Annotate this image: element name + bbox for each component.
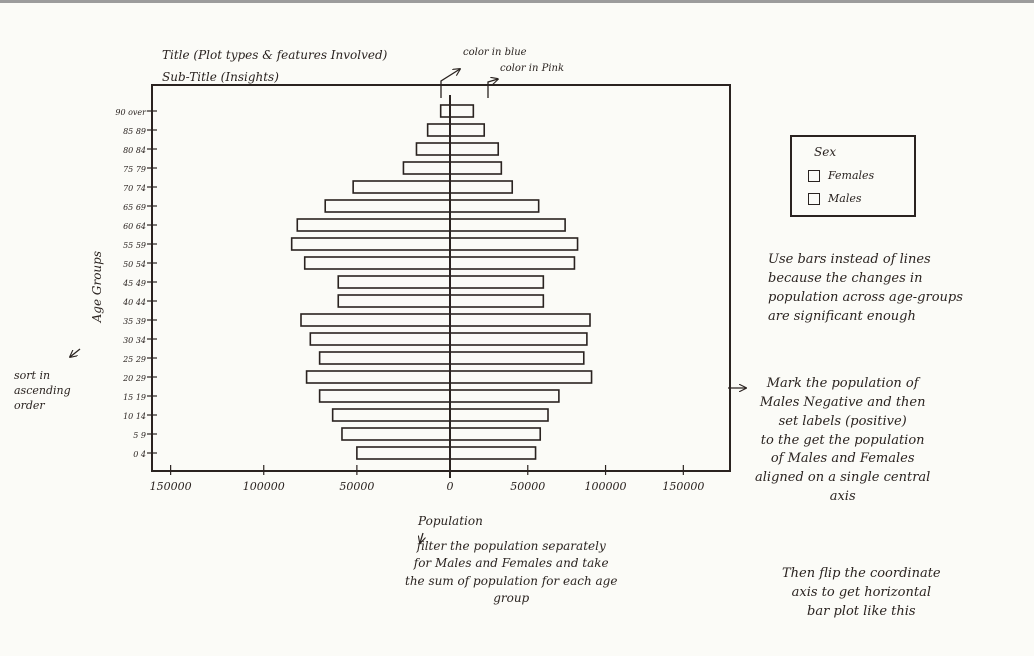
sort-arrow xyxy=(70,348,81,357)
legend-swatch-females xyxy=(808,169,820,182)
blue-color-annotation: color in blue xyxy=(463,47,527,58)
title-text: Title (Plot types & features Involved) xyxy=(162,48,388,62)
sort-note: sort in ascending order xyxy=(14,369,71,412)
mark-negative-note: Mark the population of Males Negative an… xyxy=(755,376,931,505)
y-tick-label: 5 9 xyxy=(133,431,146,440)
y-tick-label: 30 34 xyxy=(123,336,146,345)
y-tick-label: 70 74 xyxy=(123,184,146,193)
y-tick-group: 90 over 85 89 80 84 75 79 70 74 65 69 60 64 55 … xyxy=(115,108,157,459)
y-tick-label: 85 89 xyxy=(123,127,146,136)
y-tick-label: 75 79 xyxy=(123,165,146,174)
bar-40-44 xyxy=(337,294,545,308)
y-tick-label: 45 49 xyxy=(122,279,146,288)
x-tick-label: 100000 xyxy=(243,480,285,493)
bars-group xyxy=(290,104,593,460)
legend-item-males: Males xyxy=(808,192,862,205)
bar-85-89 xyxy=(426,123,486,137)
x-tick-label: 150000 xyxy=(150,480,192,493)
y-tick-label: 25 29 xyxy=(122,355,146,364)
bar-90-over xyxy=(439,104,475,118)
bar-55-59 xyxy=(290,237,579,251)
bar-15-19 xyxy=(318,389,560,403)
bar-65-69 xyxy=(324,199,540,213)
x-tick-label: 50000 xyxy=(510,480,545,493)
legend-swatch-males xyxy=(808,192,820,205)
legend: Sex Females Males xyxy=(790,135,916,217)
x-tick-label: 150000 xyxy=(662,480,704,493)
legend-item-females: Females xyxy=(808,169,874,182)
y-tick-label: 10 14 xyxy=(123,412,146,421)
bar-35-39 xyxy=(300,313,591,327)
y-tick-label: 50 54 xyxy=(123,260,146,269)
bar-30-34 xyxy=(309,332,588,346)
x-tick-label: 0 xyxy=(447,480,454,493)
y-tick-label: 40 44 xyxy=(122,298,146,307)
y-tick-label: 55 59 xyxy=(123,241,146,250)
bar-75-79 xyxy=(402,161,503,175)
flip-axis-note: Then flip the coordinate axis to get hor… xyxy=(782,566,941,619)
bar-10-14 xyxy=(331,408,549,422)
bar-45-49 xyxy=(337,275,545,289)
y-tick-label: 0 4 xyxy=(133,450,146,459)
legend-label-males: Males xyxy=(828,192,862,205)
y-tick-label: 90 over xyxy=(115,108,147,117)
y-tick-label: 20 29 xyxy=(122,374,146,383)
bar-5-9 xyxy=(341,427,542,441)
legend-title: Sex xyxy=(814,145,837,159)
sketch-sheet: 90 over 85 89 80 84 75 79 70 74 65 69 60 64 55 … xyxy=(0,3,1034,652)
x-axis-label: Population xyxy=(418,514,483,528)
blue-annotation-arrow xyxy=(440,69,460,98)
y-tick-label: 60 64 xyxy=(123,222,146,231)
bar-25-29 xyxy=(318,351,585,365)
x-tick-label: 100000 xyxy=(585,480,627,493)
bar-60-64 xyxy=(296,218,566,232)
bars-rationale-note: Use bars instead of lines because the ch… xyxy=(768,252,963,324)
y-axis-label: Age Groups xyxy=(90,251,104,323)
y-tick-label: 35 39 xyxy=(123,317,146,326)
filter-note: filter the population separately for Mal… xyxy=(405,539,618,606)
y-tick-label: 15 19 xyxy=(123,393,146,402)
pink-annotation-arrow xyxy=(487,79,498,98)
pink-color-annotation: color in Pink xyxy=(500,63,565,74)
subtitle-text: Sub-Title (Insights) xyxy=(162,70,279,84)
bar-80-84 xyxy=(415,142,500,156)
legend-label-females: Females xyxy=(828,169,875,182)
bar-50-54 xyxy=(303,256,576,270)
x-tick-group: 150000 100000 50000 0 50000 100000 150000 xyxy=(150,465,704,493)
y-tick-label: 65 69 xyxy=(123,203,146,212)
bar-0-4 xyxy=(356,446,537,460)
y-tick-label: 80 84 xyxy=(123,146,146,155)
bar-70-74 xyxy=(352,180,514,194)
x-tick-label: 50000 xyxy=(339,480,374,493)
